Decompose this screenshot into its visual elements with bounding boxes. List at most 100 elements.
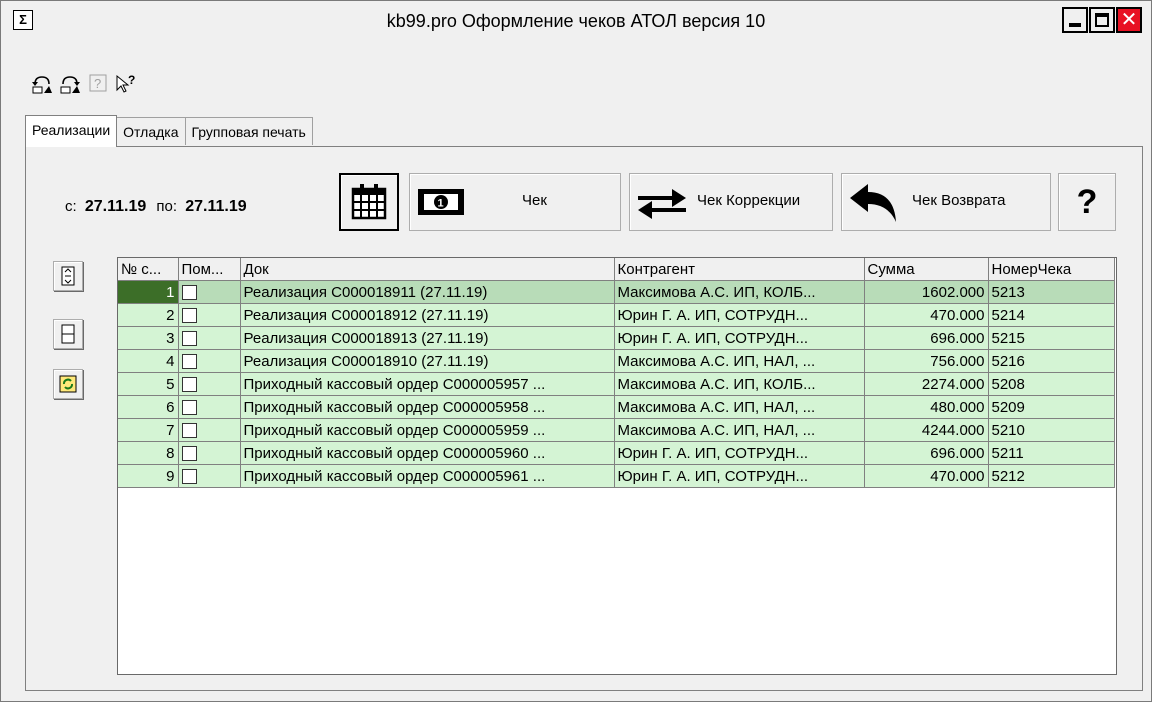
check-button[interactable]: 1 Чек — [409, 173, 621, 231]
date-to-value: 27.11.19 — [185, 198, 247, 215]
app-window: Σ kb99.pro Оформление чеков АТОЛ версия … — [0, 0, 1152, 702]
column-header-check-number[interactable]: НомерЧека — [988, 258, 1115, 281]
maximize-button[interactable] — [1089, 7, 1115, 33]
row-sum: 756.000 — [864, 349, 989, 373]
row-counterparty: Максимова А.С. ИП, НАЛ, ... — [614, 395, 865, 419]
date-to-label: по: — [156, 198, 178, 215]
table-row[interactable]: 5 Приходный кассовый ордер С000005957 ..… — [118, 372, 1115, 396]
row-check-number: 5209 — [988, 395, 1115, 419]
documents-grid[interactable]: № с... Пом... Док Контрагент Сумма Номер… — [117, 257, 1117, 675]
row-document: Приходный кассовый ордер С000005961 ... — [240, 464, 615, 488]
calendar-icon — [351, 184, 387, 220]
row-counterparty: Максимова А.С. ИП, НАЛ, ... — [614, 349, 865, 373]
column-header-counterparty[interactable]: Контрагент — [614, 258, 865, 281]
row-number: 3 — [118, 326, 179, 350]
row-checkbox[interactable] — [181, 469, 197, 485]
row-sum: 1602.000 — [864, 280, 989, 304]
tab-group-print[interactable]: Групповая печать — [184, 117, 313, 145]
row-mark-cell[interactable] — [178, 349, 241, 373]
row-document: Приходный кассовый ордер С000005957 ... — [240, 372, 615, 396]
row-sum: 470.000 — [864, 303, 989, 327]
tab-realizations[interactable]: Реализации — [25, 115, 118, 147]
table-row[interactable]: 3 Реализация С000018913 (27.11.19) Юрин … — [118, 326, 1115, 350]
undo-icon[interactable] — [31, 74, 53, 96]
row-mark-cell[interactable] — [178, 441, 241, 465]
row-check-number: 5208 — [988, 372, 1115, 396]
check-button-label: Чек — [522, 192, 547, 209]
window-title: kb99.pro Оформление чеков АТОЛ версия 10 — [386, 11, 766, 31]
row-check-number: 5211 — [988, 441, 1115, 465]
table-row[interactable]: 2 Реализация С000018912 (27.11.19) Юрин … — [118, 303, 1115, 327]
table-row[interactable]: 4 Реализация С000018910 (27.11.19) Макси… — [118, 349, 1115, 373]
table-row[interactable]: 6 Приходный кассовый ордер С000005958 ..… — [118, 395, 1115, 419]
redo-icon[interactable] — [59, 74, 81, 96]
calendar-button[interactable] — [339, 173, 399, 231]
table-row[interactable]: 1 Реализация С000018911 (27.11.19) Макси… — [118, 280, 1115, 304]
collapse-rows-button[interactable] — [53, 261, 83, 291]
row-mark-cell[interactable] — [178, 395, 241, 419]
row-check-number: 5213 — [988, 280, 1115, 304]
row-sum: 470.000 — [864, 464, 989, 488]
table-row[interactable]: 9 Приходный кассовый ордер С000005961 ..… — [118, 464, 1115, 488]
row-checkbox[interactable] — [181, 446, 197, 462]
row-checkbox[interactable] — [181, 377, 197, 393]
row-document: Реализация С000018913 (27.11.19) — [240, 326, 615, 350]
row-mark-cell[interactable] — [178, 280, 241, 304]
minimize-button[interactable] — [1062, 7, 1088, 33]
table-row[interactable]: 7 Приходный кассовый ордер С000005959 ..… — [118, 418, 1115, 442]
svg-text:1: 1 — [438, 198, 444, 210]
tab-debug[interactable]: Отладка — [116, 117, 186, 145]
row-check-number: 5216 — [988, 349, 1115, 373]
row-document: Приходный кассовый ордер С000005960 ... — [240, 441, 615, 465]
row-checkbox[interactable] — [181, 400, 197, 416]
help-disabled-icon[interactable]: ? — [87, 74, 109, 96]
title-bar[interactable]: Σ kb99.pro Оформление чеков АТОЛ версия … — [1, 1, 1151, 41]
row-number: 4 — [118, 349, 179, 373]
row-mark-cell[interactable] — [178, 326, 241, 350]
row-number: 6 — [118, 395, 179, 419]
expand-icon — [61, 324, 75, 344]
swap-arrows-icon — [638, 189, 686, 219]
column-header-document[interactable]: Док — [240, 258, 615, 281]
date-from-value: 27.11.19 — [84, 198, 147, 215]
help-icon: ? — [1076, 182, 1098, 221]
context-help-icon[interactable]: ? — [115, 73, 137, 96]
table-row[interactable]: 8 Приходный кассовый ордер С000005960 ..… — [118, 441, 1115, 465]
tab-strip: Реализации Отладка Групповая печать — [25, 115, 313, 147]
row-document: Приходный кассовый ордер С000005958 ... — [240, 395, 615, 419]
close-button[interactable]: ✕ — [1116, 7, 1142, 33]
row-sum: 696.000 — [864, 441, 989, 465]
row-sum: 480.000 — [864, 395, 989, 419]
row-checkbox[interactable] — [181, 308, 197, 324]
return-check-button[interactable]: Чек Возврата — [841, 173, 1051, 231]
svg-text:?: ? — [94, 76, 101, 91]
row-counterparty: Максимова А.С. ИП, КОЛБ... — [614, 372, 865, 396]
svg-text:?: ? — [128, 74, 135, 87]
column-header-sum[interactable]: Сумма — [864, 258, 989, 281]
row-checkbox[interactable] — [181, 423, 197, 439]
minimize-icon — [1069, 23, 1081, 27]
column-header-mark[interactable]: Пом... — [178, 258, 241, 281]
refresh-button[interactable] — [53, 369, 83, 399]
row-document: Реализация С000018912 (27.11.19) — [240, 303, 615, 327]
collapse-icon — [61, 266, 75, 286]
expand-rows-button[interactable] — [53, 319, 83, 349]
column-header-number[interactable]: № с... — [118, 258, 179, 281]
help-button[interactable]: ? — [1058, 173, 1116, 231]
return-check-label: Чек Возврата — [912, 192, 1006, 209]
row-checkbox[interactable] — [181, 331, 197, 347]
row-checkbox[interactable] — [181, 354, 197, 370]
row-mark-cell[interactable] — [178, 418, 241, 442]
row-checkbox[interactable] — [181, 285, 197, 301]
date-range: с: 27.11.19 по: 27.11.19 — [65, 198, 253, 216]
row-mark-cell[interactable] — [178, 464, 241, 488]
return-arrow-icon — [850, 184, 896, 222]
close-icon: ✕ — [1120, 9, 1138, 31]
row-mark-cell[interactable] — [178, 303, 241, 327]
row-counterparty: Юрин Г. А. ИП, СОТРУДН... — [614, 303, 865, 327]
row-counterparty: Юрин Г. А. ИП, СОТРУДН... — [614, 441, 865, 465]
maximize-icon — [1095, 13, 1109, 27]
correction-check-button[interactable]: Чек Коррекции — [629, 173, 833, 231]
row-mark-cell[interactable] — [178, 372, 241, 396]
row-check-number: 5215 — [988, 326, 1115, 350]
